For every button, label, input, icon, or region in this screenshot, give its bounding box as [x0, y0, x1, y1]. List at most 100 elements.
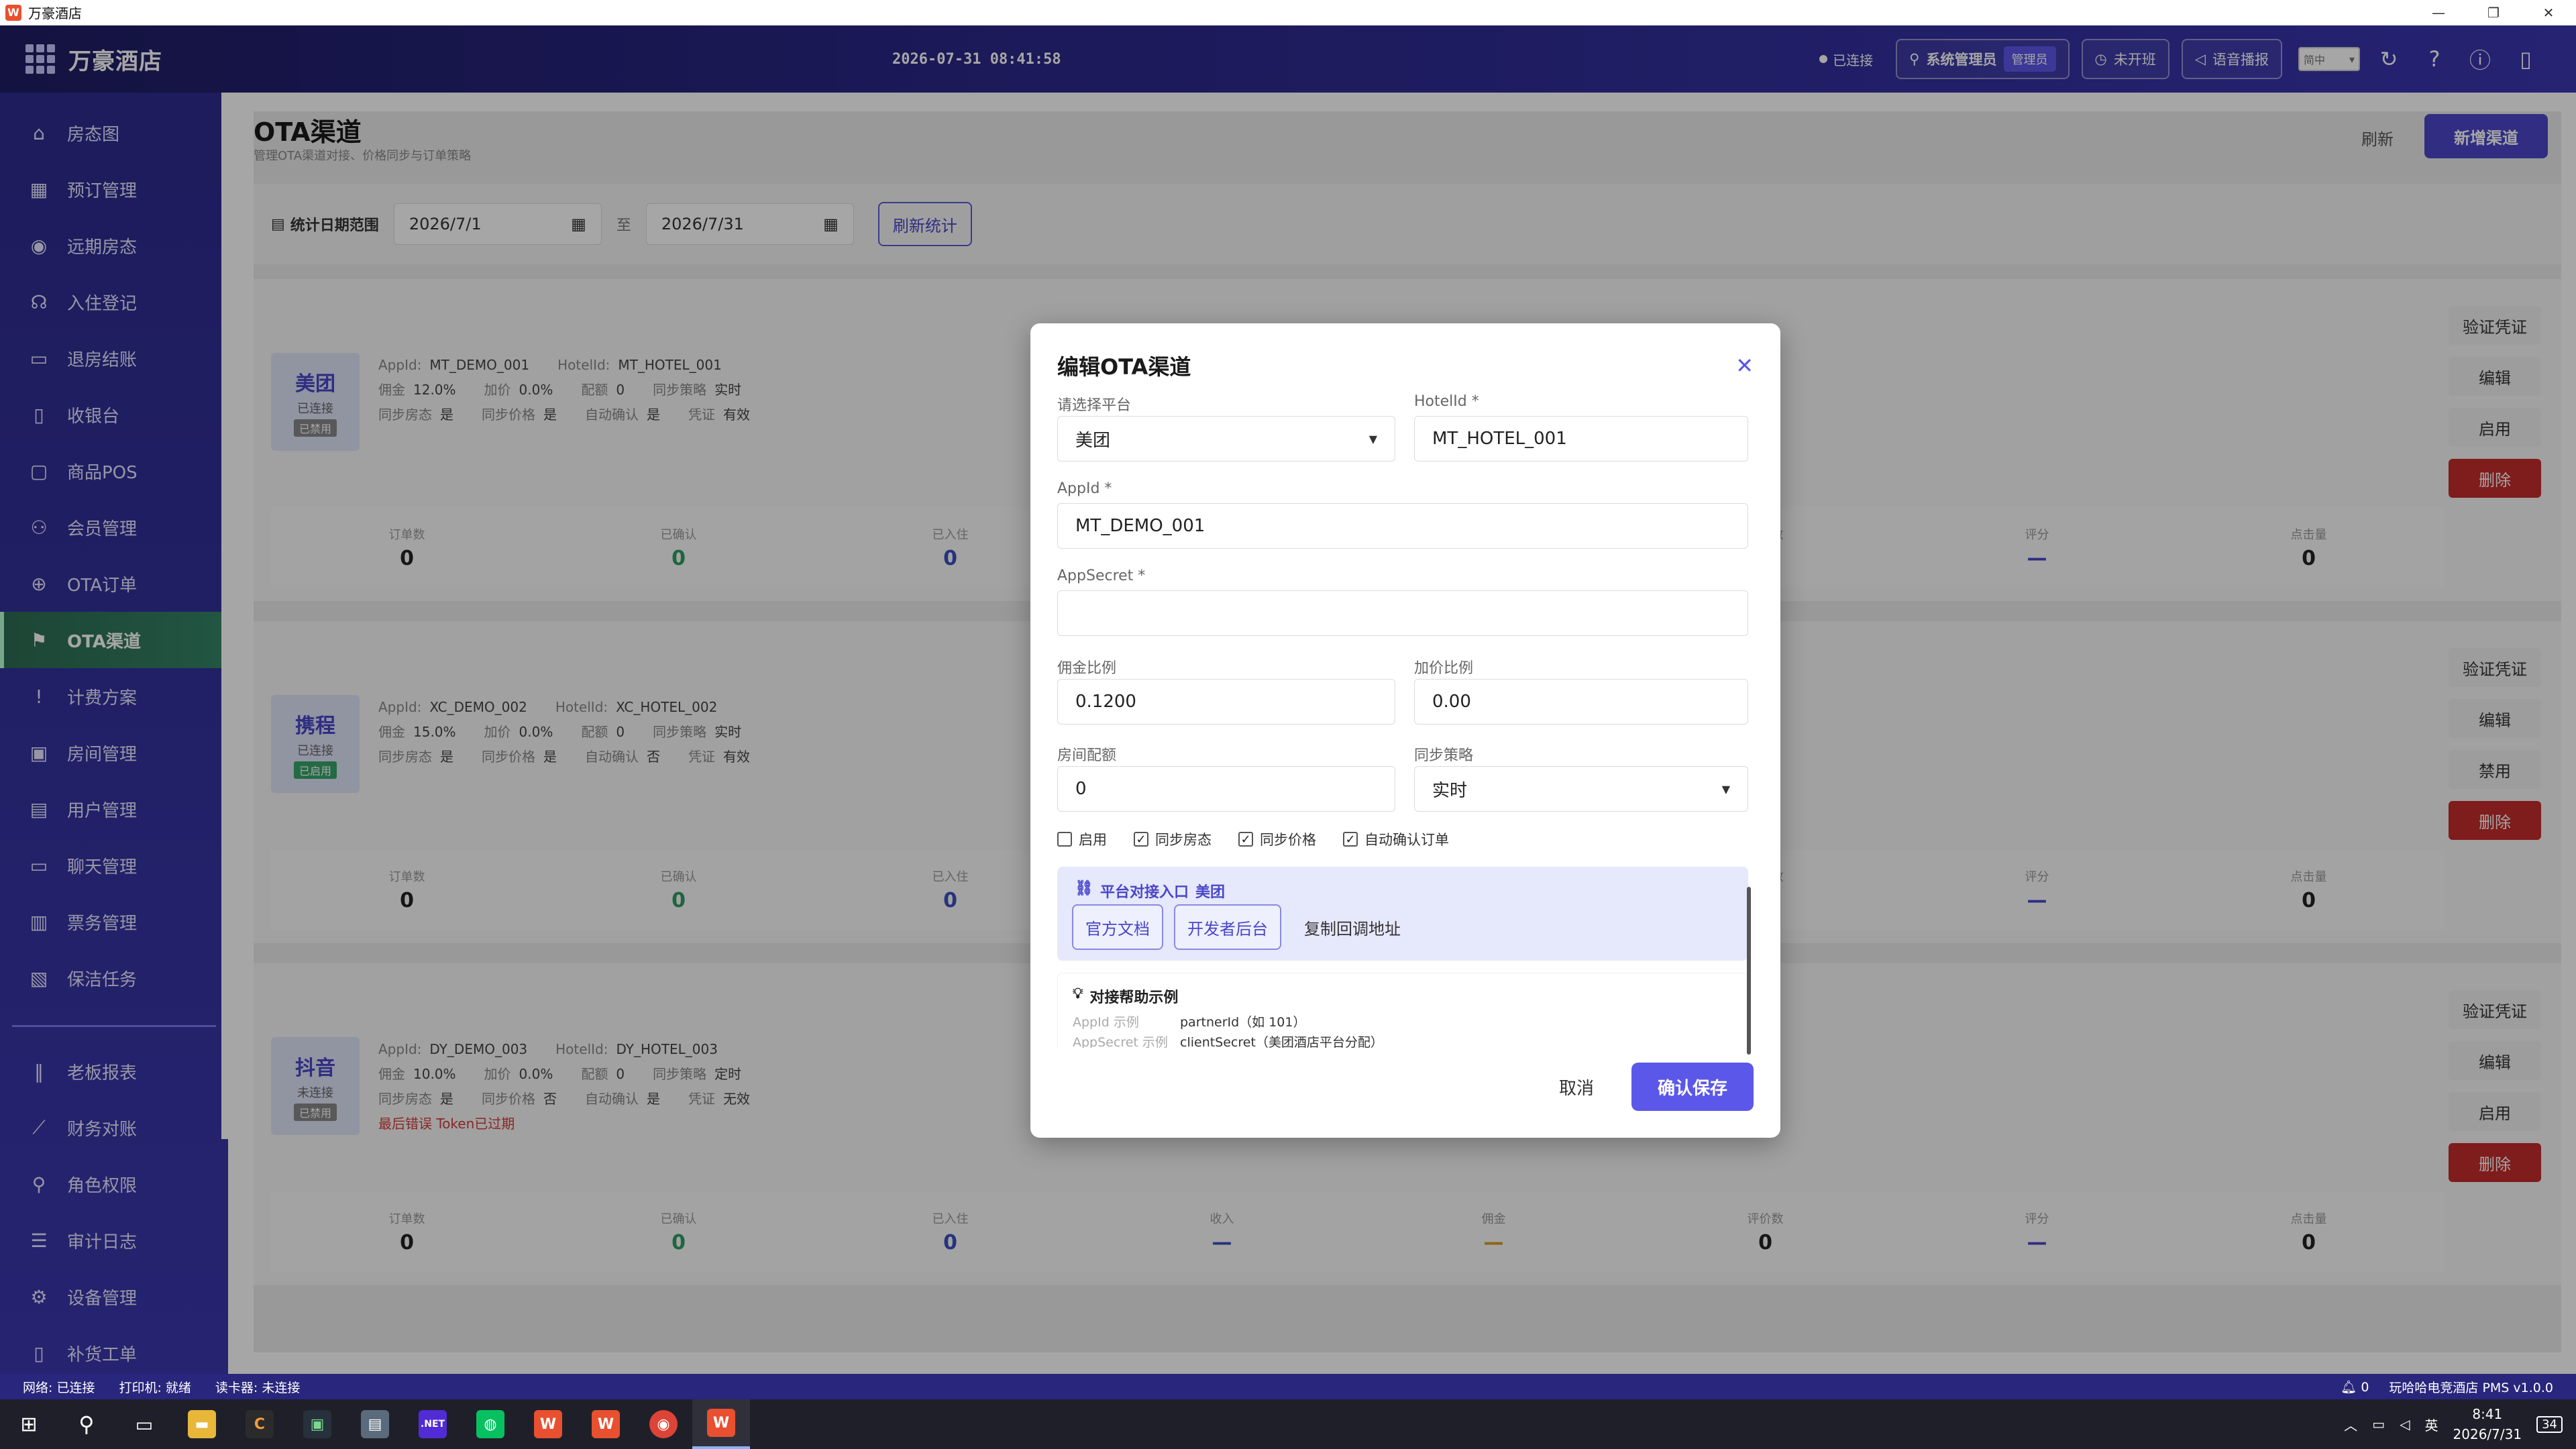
developer-console-button[interactable]: 开发者后台	[1174, 904, 1281, 950]
enable-checkbox[interactable]: 启用	[1057, 829, 1107, 849]
check-icon: ✓	[1238, 832, 1253, 847]
window-titlebar: W 万豪酒店 — ❐ ✕	[0, 0, 2576, 25]
hotelid-label: HotelId *	[1414, 393, 1479, 410]
network-status: 网络: 已连接	[23, 1380, 95, 1395]
hotelid-value: MT_HOTEL_001	[1432, 429, 1567, 449]
checkbox-label: 同步房态	[1155, 832, 1212, 848]
help-title: 对接帮助示例	[1089, 989, 1179, 1006]
window-controls: — ❐ ✕	[2411, 0, 2576, 25]
volume-icon[interactable]: ◁	[2400, 1416, 2410, 1432]
check-icon: ✓	[1343, 832, 1358, 847]
checkbox-label: 自动确认订单	[1364, 832, 1449, 848]
quota-label: 房间配额	[1057, 747, 1117, 764]
dialog-footer: 取消 确认保存	[1559, 1063, 1754, 1111]
taskbar-app-window[interactable]: ▤	[346, 1399, 404, 1449]
windows-icon: ⊞	[20, 1412, 38, 1436]
os-taskbar: ⊞ ⚲ ▭ ▬ C ▣ ▤ .NET ◍ W W ◉ W ︿ ▭ ◁ 英 8:4…	[0, 1399, 2576, 1449]
platform-entry-buttons: 官方文档 开发者后台 复制回调地址	[1072, 904, 1401, 950]
chevron-down-icon: ▼	[1368, 432, 1377, 445]
commission-field[interactable]: 0.1200	[1057, 679, 1395, 724]
app-icon: W	[5, 4, 21, 21]
sync-room-checkbox[interactable]: ✓ 同步房态	[1134, 829, 1212, 849]
checkbox-box	[1057, 832, 1072, 847]
wps-icon: W	[592, 1410, 620, 1438]
taskbar-wechat[interactable]: ◍	[462, 1399, 519, 1449]
save-button[interactable]: 确认保存	[1631, 1063, 1754, 1111]
platform-entry-panel: ⛓ 平台对接入口 美团 官方文档 开发者后台 复制回调地址	[1057, 867, 1748, 961]
appid-value: MT_DEMO_001	[1075, 516, 1205, 536]
strategy-value: 实时	[1432, 780, 1468, 801]
dotnet-icon: .NET	[419, 1410, 447, 1438]
taskbar-chrome[interactable]: ◉	[635, 1399, 692, 1449]
auto-confirm-checkbox[interactable]: ✓ 自动确认订单	[1343, 829, 1449, 849]
dialog-title: 编辑OTA渠道	[1057, 354, 1191, 380]
link-icon: ⛓	[1075, 880, 1093, 897]
printer-status: 打印机: 就绪	[119, 1380, 191, 1395]
notification-center-icon[interactable]: 34	[2536, 1415, 2563, 1433]
folder-icon: ▬	[188, 1410, 216, 1438]
quota-field[interactable]: 0	[1057, 766, 1395, 812]
platform-label: 请选择平台	[1057, 397, 1132, 414]
taskbar-dotnet[interactable]: .NET	[404, 1399, 462, 1449]
appsecret-field[interactable]	[1057, 590, 1748, 636]
dialog-scrollbar[interactable]	[1747, 887, 1751, 1055]
markup-value: 0.00	[1432, 692, 1471, 712]
chevron-up-icon[interactable]: ︿	[2344, 1415, 2357, 1434]
checkbox-label: 同步价格	[1260, 832, 1316, 848]
platform-select[interactable]: 美团 ▼	[1057, 416, 1395, 462]
strategy-label: 同步策略	[1414, 747, 1474, 764]
platform-value: 美团	[1075, 430, 1111, 451]
notification-count[interactable]: 🔔︎ 0	[2341, 1379, 2369, 1395]
taskbar-clock[interactable]: 8:41 2026/7/31	[2453, 1404, 2522, 1444]
copy-callback-url-button[interactable]: 复制回调地址	[1304, 916, 1401, 939]
checkbox-label: 启用	[1079, 832, 1107, 848]
minimize-button[interactable]: —	[2411, 0, 2466, 25]
status-bar: 网络: 已连接 打印机: 就绪 读卡器: 未连接 🔔︎ 0 玩哈哈电竞酒店 PM…	[0, 1374, 2576, 1399]
start-button[interactable]: ⊞	[0, 1399, 58, 1449]
help-row: AppSecret 示例 clientSecret（美团酒店平台分配）	[1073, 1032, 1383, 1048]
official-docs-button[interactable]: 官方文档	[1072, 904, 1163, 950]
reader-status: 读卡器: 未连接	[215, 1380, 301, 1395]
help-key: AppSecret 示例	[1073, 1035, 1168, 1048]
window-icon: ▤	[361, 1410, 389, 1438]
taskbar-wps-1[interactable]: W	[519, 1399, 577, 1449]
taskbar-wps-2[interactable]: W	[577, 1399, 635, 1449]
wps-icon: W	[534, 1410, 562, 1438]
appid-label: AppId *	[1057, 480, 1112, 497]
taskbar-terminal[interactable]: ▣	[288, 1399, 346, 1449]
terminal-icon: ▣	[303, 1410, 331, 1438]
help-value: clientSecret（美团酒店平台分配）	[1180, 1035, 1383, 1048]
search-button[interactable]: ⚲	[58, 1399, 115, 1449]
help-key: AppId 示例	[1073, 1015, 1139, 1030]
taskbar-file-explorer[interactable]: ▬	[173, 1399, 231, 1449]
commission-value: 0.1200	[1075, 692, 1136, 712]
close-window-button[interactable]: ✕	[2521, 0, 2576, 25]
taskbar-hotel-app[interactable]: W	[692, 1399, 750, 1449]
taskbar-app-c[interactable]: C	[231, 1399, 288, 1449]
strategy-select[interactable]: 实时 ▼	[1414, 766, 1748, 812]
help-value: partnerId（如 101）	[1180, 1015, 1306, 1030]
task-view-button[interactable]: ▭	[115, 1399, 173, 1449]
bell-icon: 🔔︎	[2341, 1379, 2357, 1395]
wechat-icon: ◍	[476, 1410, 504, 1438]
dialog-body: 请选择平台 美团 ▼ HotelId * MT_HOTEL_001 AppId …	[1057, 393, 1748, 1048]
commission-label: 佣金比例	[1057, 660, 1117, 677]
appid-field[interactable]: MT_DEMO_001	[1057, 503, 1748, 549]
cancel-button[interactable]: 取消	[1559, 1075, 1594, 1099]
maximize-button[interactable]: ❐	[2466, 0, 2521, 25]
chevron-down-icon: ▼	[1721, 782, 1730, 796]
sync-price-checkbox[interactable]: ✓ 同步价格	[1238, 829, 1316, 849]
lightbulb-icon: 💡︎	[1073, 985, 1083, 1002]
taskbar-time: 8:41	[2472, 1406, 2503, 1422]
quota-value: 0	[1075, 779, 1087, 799]
markup-label: 加价比例	[1414, 660, 1474, 677]
markup-field[interactable]: 0.00	[1414, 679, 1748, 724]
check-icon: ✓	[1134, 832, 1148, 847]
app-version: 玩哈哈电竞酒店 PMS v1.0.0	[2389, 1380, 2553, 1395]
ime-indicator[interactable]: 英	[2425, 1415, 2438, 1434]
close-icon[interactable]: ✕	[1735, 353, 1754, 378]
platform-entry-header: ⛓ 平台对接入口 美团	[1075, 880, 1225, 902]
network-icon[interactable]: ▭	[2372, 1416, 2385, 1432]
help-header: 💡︎ 对接帮助示例	[1073, 985, 1178, 1007]
hotelid-field[interactable]: MT_HOTEL_001	[1414, 416, 1748, 462]
